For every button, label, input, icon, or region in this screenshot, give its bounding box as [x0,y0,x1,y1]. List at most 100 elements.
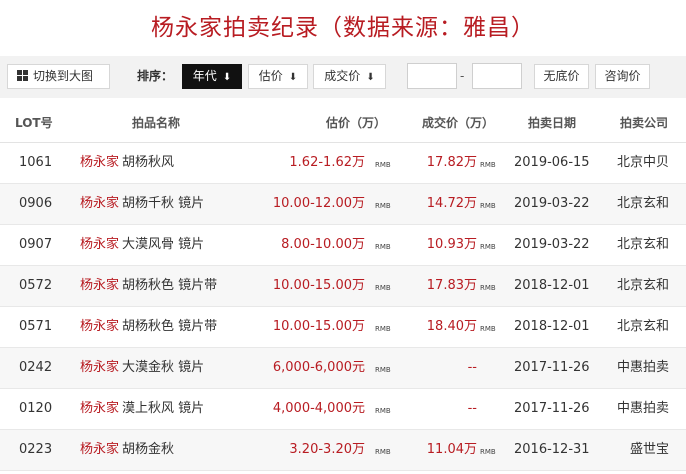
currency-label: RMB [480,243,496,251]
col-estimate: 估价（万） [326,116,387,130]
deal-price: -- [467,360,477,375]
artist-link[interactable]: 杨永家 [80,143,119,183]
artist-link[interactable]: 杨永家 [80,430,119,470]
auction-date: 2017-11-26 [514,360,590,375]
artist-link[interactable]: 杨永家 [80,389,119,429]
switch-to-large-view-button[interactable]: 切换到大图 [7,64,110,89]
artwork-name: 胡杨金秋 [122,442,175,457]
table-row[interactable]: 0120 杨永家 漠上秋风 镜片 4,000-4,000元 RMB -- 201… [0,389,686,430]
col-lot: LOT号 [15,116,53,130]
estimate-value: 1.62-1.62万 [289,155,365,170]
estimate-value: 4,000-4,000元 [272,401,365,416]
table-row[interactable]: 0242 杨永家 大漠金秋 镜片 6,000-6,000元 RMB -- 201… [0,348,686,389]
currency-label: RMB [375,366,391,374]
currency-label: RMB [375,407,391,415]
table-row[interactable]: 0223 杨永家 胡杨金秋 3.20-3.20万 RMB 11.04万 RMB … [0,430,686,471]
col-date: 拍卖日期 [528,116,577,130]
table-row[interactable]: 0571 杨永家 胡杨秋色 镜片带 10.00-15.00万 RMB 18.40… [0,307,686,348]
sort-by-deal-price-button[interactable]: 成交价 ⬇ [313,64,386,89]
deal-price: 11.04万 [426,442,477,457]
deal-price: -- [467,401,477,416]
auction-date: 2019-03-22 [514,237,590,252]
auction-company: 北京中贝 [616,155,669,170]
switch-label: 切换到大图 [33,69,94,83]
currency-label: RMB [480,325,496,333]
deal-price: 10.93万 [426,237,477,252]
auction-company: 北京玄和 [616,196,669,211]
table-row[interactable]: 0907 杨永家 大漠风骨 镜片 8.00-10.00万 RMB 10.93万 … [0,225,686,266]
auction-date: 2019-03-22 [514,196,590,211]
arrow-down-icon: ⬇ [288,72,298,83]
lot-number: 0571 [19,319,53,334]
artist-link[interactable]: 杨永家 [80,225,119,265]
sort-year-label: 年代 [192,69,217,83]
artist-link[interactable]: 杨永家 [80,307,119,347]
arrow-down-icon: ⬇ [222,72,232,83]
auction-company: 盛世宝 [629,442,669,457]
estimate-value: 8.00-10.00万 [281,237,365,252]
range-dash: - [460,69,465,83]
artist-link[interactable]: 杨永家 [80,184,119,224]
table-header: LOT号 拍品名称 估价（万） 成交价（万） 拍卖日期 拍卖公司 [0,103,686,143]
sort-by-year-button[interactable]: 年代 ⬇ [182,64,242,89]
sort-by-estimate-button[interactable]: 估价 ⬇ [248,64,308,89]
artist-link[interactable]: 杨永家 [80,266,119,306]
estimate-value: 6,000-6,000元 [272,360,365,375]
artwork-name: 胡杨秋色 镜片带 [122,278,218,293]
artwork-name: 胡杨秋色 镜片带 [122,319,218,334]
estimate-value: 3.20-3.20万 [289,442,365,457]
currency-label: RMB [375,243,391,251]
arrow-down-icon: ⬇ [366,72,375,83]
currency-label: RMB [480,202,496,210]
deal-price: 17.83万 [426,278,477,293]
sort-label: 排序： [137,69,174,83]
currency-label: RMB [375,448,391,456]
no-reserve-button[interactable]: 无底价 [534,64,589,89]
auction-date: 2017-11-26 [514,401,590,416]
col-company: 拍卖公司 [620,116,669,130]
inquiry-price-button[interactable]: 咨询价 [595,64,650,89]
estimate-value: 10.00-15.00万 [272,319,365,334]
currency-label: RMB [375,202,391,210]
table-row[interactable]: 1061 杨永家 胡杨秋风 1.62-1.62万 RMB 17.82万 RMB … [0,143,686,184]
artwork-name: 胡杨千秋 镜片 [122,196,205,211]
currency-label: RMB [480,161,496,169]
price-max-input[interactable] [472,63,522,89]
auction-date: 2019-06-15 [514,155,590,170]
artwork-name: 胡杨秋风 [122,155,175,170]
sort-estimate-label: 估价 [258,69,283,83]
lot-number: 0120 [19,401,53,416]
estimate-value: 10.00-15.00万 [272,278,365,293]
lot-number: 0906 [19,196,53,211]
auction-company: 北京玄和 [616,237,669,252]
lot-number: 0907 [19,237,53,252]
auction-date: 2016-12-31 [514,442,590,457]
deal-price: 14.72万 [426,196,477,211]
artwork-name: 大漠金秋 镜片 [122,360,205,375]
table-row[interactable]: 0572 杨永家 胡杨秋色 镜片带 10.00-15.00万 RMB 17.83… [0,266,686,307]
currency-label: RMB [480,284,496,292]
price-min-input[interactable] [407,63,457,89]
auction-company: 中惠拍卖 [616,401,669,416]
auction-company: 北京玄和 [616,278,669,293]
sort-deal-label: 成交价 [324,69,361,83]
artwork-name: 漠上秋风 镜片 [122,401,205,416]
deal-price: 17.82万 [426,155,477,170]
auction-date: 2018-12-01 [514,319,590,334]
currency-label: RMB [375,325,391,333]
lot-number: 0223 [19,442,53,457]
col-deal: 成交价（万） [422,116,495,130]
table-row[interactable]: 0906 杨永家 胡杨千秋 镜片 10.00-12.00万 RMB 14.72万… [0,184,686,225]
col-name: 拍品名称 [132,116,181,130]
artist-link[interactable]: 杨永家 [80,348,119,388]
filter-toolbar: 切换到大图 排序： 年代 ⬇ 估价 ⬇ 成交价 ⬇ - 无底价 咨询价 [0,56,686,98]
currency-label: RMB [375,161,391,169]
deal-price: 18.40万 [426,319,477,334]
estimate-value: 10.00-12.00万 [272,196,365,211]
auction-company: 中惠拍卖 [616,360,669,375]
page-title: 杨永家拍卖纪录（数据来源：雅昌） [151,15,535,41]
grid-icon [17,70,28,81]
lot-number: 1061 [19,155,53,170]
lot-number: 0572 [19,278,53,293]
currency-label: RMB [480,448,496,456]
